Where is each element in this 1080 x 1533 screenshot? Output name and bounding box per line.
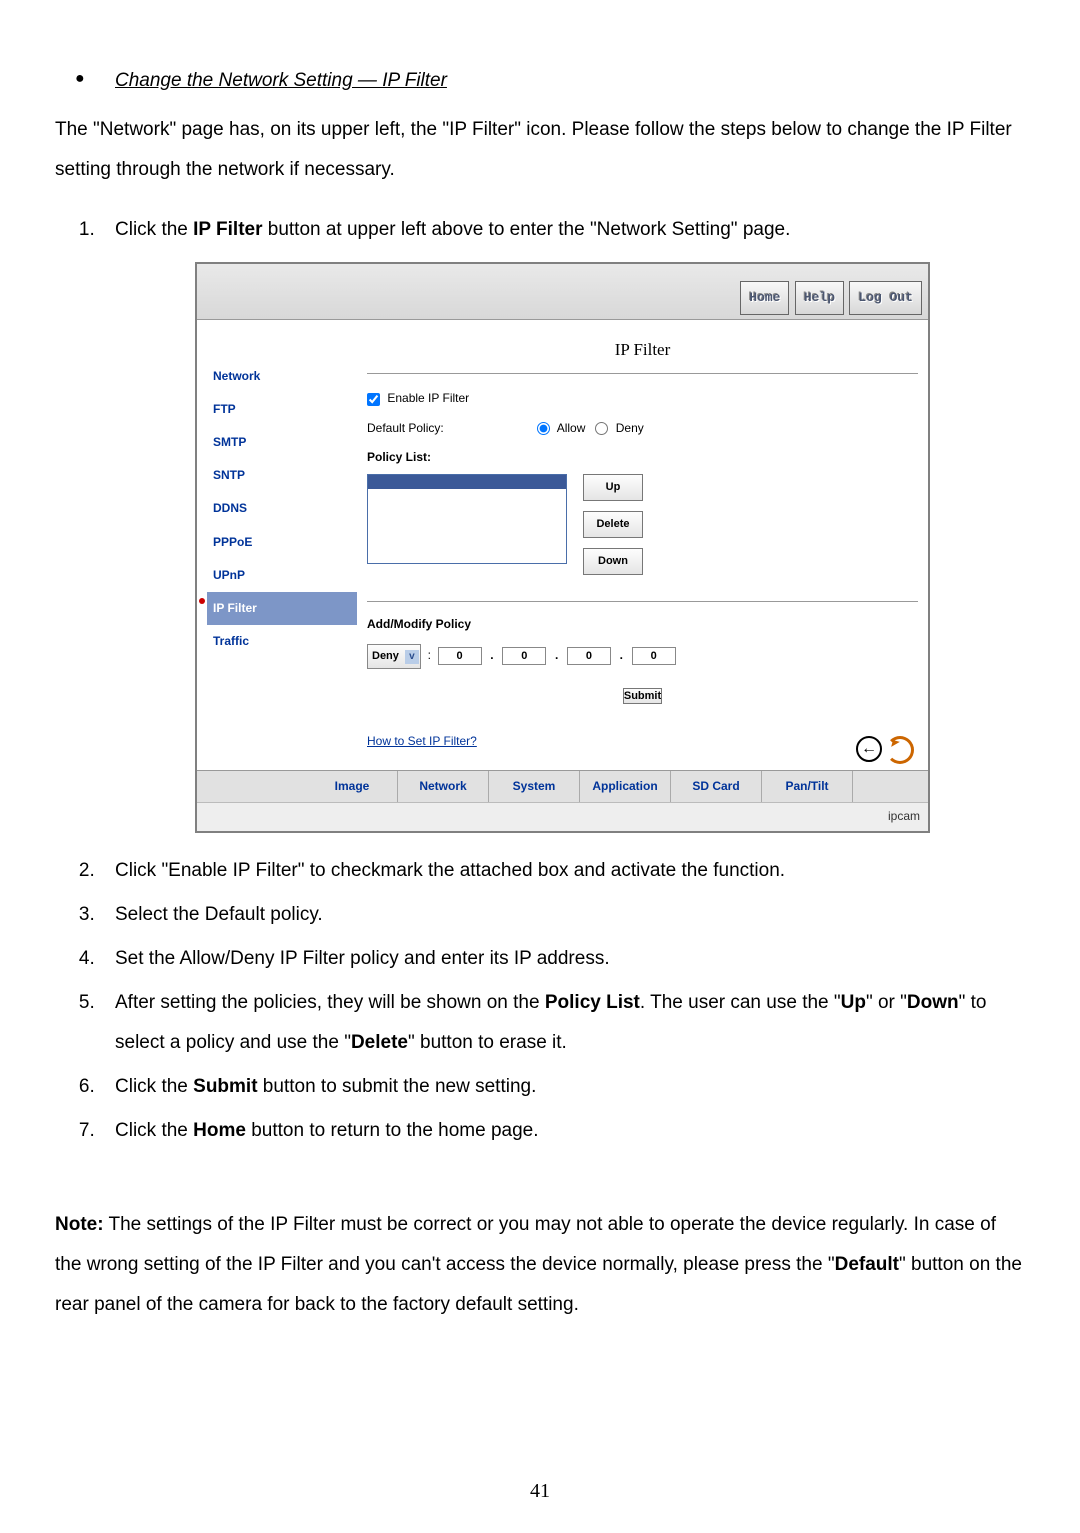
allow-label: Allow xyxy=(557,421,586,435)
sidebar-item-network[interactable]: Network xyxy=(207,360,357,393)
sidebar-item-ddns[interactable]: DDNS xyxy=(207,492,357,525)
deny-label: Deny xyxy=(616,421,644,435)
sidebar-item-smtp[interactable]: SMTP xyxy=(207,426,357,459)
tab-system[interactable]: System xyxy=(489,771,580,802)
step-3: Select the Default policy. xyxy=(100,895,1025,935)
submit-button[interactable]: Submit xyxy=(623,688,662,704)
enable-ipfilter-label: Enable IP Filter xyxy=(387,391,469,405)
bottom-tabs: Image Network System Application SD Card… xyxy=(197,771,928,802)
down-button[interactable]: Down xyxy=(583,548,643,575)
refresh-icon[interactable] xyxy=(886,736,914,764)
help-button[interactable]: Help xyxy=(795,281,844,314)
default-policy-label: Default Policy: xyxy=(367,421,444,435)
tab-pantilt[interactable]: Pan/Tilt xyxy=(762,771,853,802)
logout-button[interactable]: Log Out xyxy=(849,281,922,314)
page-number: 41 xyxy=(0,1480,1080,1503)
brand-label: ipcam xyxy=(197,802,928,831)
sidebar-item-sntp[interactable]: SNTP xyxy=(207,459,357,492)
step-2: Click "Enable IP Filter" to checkmark th… xyxy=(100,851,1025,891)
sidebar-item-ftp[interactable]: FTP xyxy=(207,393,357,426)
add-modify-policy-label: Add/Modify Policy xyxy=(367,612,918,637)
ui-topbar: Home Help Log Out xyxy=(197,264,928,320)
policy-list-header xyxy=(368,475,566,489)
tab-sdcard[interactable]: SD Card xyxy=(671,771,762,802)
sidebar-item-traffic[interactable]: Traffic xyxy=(207,625,357,658)
sidebar-item-ipfilter[interactable]: IP Filter xyxy=(207,592,357,625)
step-5: After setting the policies, they will be… xyxy=(100,983,1025,1063)
section-heading-text: Change the Network Setting — IP Filter xyxy=(115,70,447,91)
sidebar-item-pppoe[interactable]: PPPoE xyxy=(207,526,357,559)
tab-application[interactable]: Application xyxy=(580,771,671,802)
policy-type-select-value: Deny xyxy=(372,645,399,668)
policy-list-box[interactable] xyxy=(367,474,567,564)
deny-radio[interactable] xyxy=(595,422,608,435)
tab-network[interactable]: Network xyxy=(398,771,489,802)
policy-type-select[interactable]: Deny v xyxy=(367,644,421,669)
ip-octet-2[interactable]: 0 xyxy=(502,647,546,665)
instruction-list: Click the IP Filter button at upper left… xyxy=(55,210,1025,1151)
step-4: Set the Allow/Deny IP Filter policy and … xyxy=(100,939,1025,979)
tab-image[interactable]: Image xyxy=(307,771,398,802)
chevron-down-icon: v xyxy=(405,650,419,664)
sidebar: Network FTP SMTP SNTP DDNS PPPoE UPnP IP… xyxy=(197,320,357,770)
divider xyxy=(367,601,918,602)
delete-button[interactable]: Delete xyxy=(583,511,643,538)
allow-radio[interactable] xyxy=(537,422,550,435)
ip-octet-4[interactable]: 0 xyxy=(632,647,676,665)
sidebar-item-upnp[interactable]: UPnP xyxy=(207,559,357,592)
panel-title: IP Filter xyxy=(367,328,918,375)
embedded-ui-screenshot: Home Help Log Out Network FTP SMTP SNTP … xyxy=(195,262,930,834)
section-heading: Change the Network Setting — IP Filter xyxy=(55,70,1025,92)
ip-octet-3[interactable]: 0 xyxy=(567,647,611,665)
note-paragraph: Note: The settings of the IP Filter must… xyxy=(55,1205,1025,1325)
intro-paragraph: The "Network" page has, on its upper lef… xyxy=(55,110,1025,190)
up-button[interactable]: Up xyxy=(583,474,643,501)
how-to-set-link[interactable]: How to Set IP Filter? xyxy=(367,729,477,754)
step-1: Click the IP Filter button at upper left… xyxy=(100,210,1025,833)
policy-list-label: Policy List: xyxy=(367,445,918,470)
step-6: Click the Submit button to submit the ne… xyxy=(100,1067,1025,1107)
enable-ipfilter-checkbox[interactable] xyxy=(367,393,380,406)
ip-octet-1[interactable]: 0 xyxy=(438,647,482,665)
home-button[interactable]: Home xyxy=(740,281,789,314)
step-7: Click the Home button to return to the h… xyxy=(100,1111,1025,1151)
back-icon[interactable]: ← xyxy=(856,736,882,762)
